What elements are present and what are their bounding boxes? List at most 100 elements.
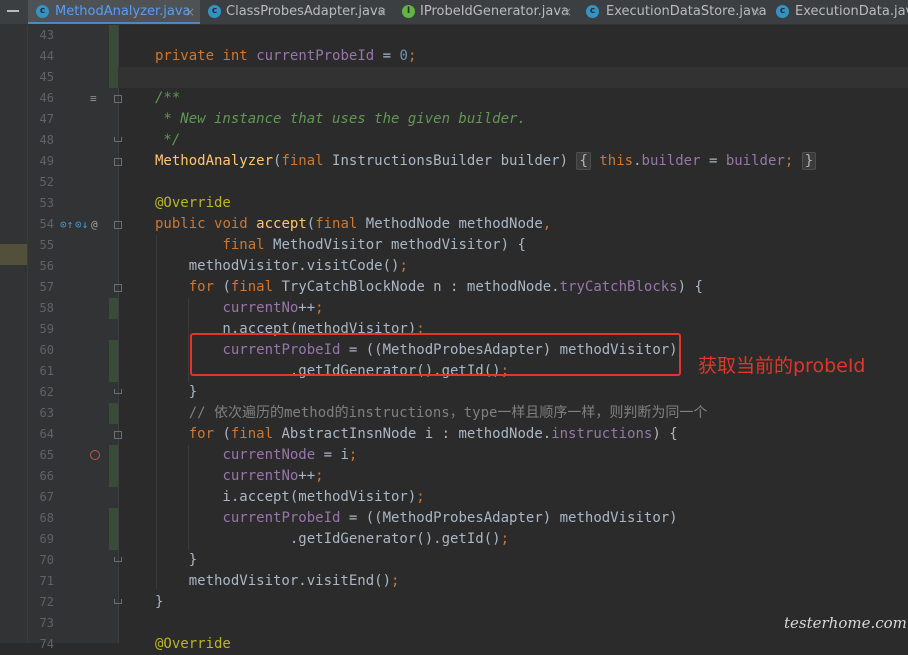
code-text: } <box>155 594 164 610</box>
code-line[interactable]: 54 public void accept(final MethodNode me… <box>0 214 908 235</box>
code-line[interactable]: 63 // 依次遍历的method的instructions，type一样且顺序… <box>0 403 908 424</box>
line-number: 49 <box>39 154 54 168</box>
close-icon[interactable]: × <box>185 0 195 24</box>
code-line[interactable]: 71 methodVisitor.visitEnd(); <box>0 571 908 592</box>
tab-method-analyzer[interactable]: c MethodAnalyzer.java × <box>28 0 200 24</box>
code-line[interactable]: 72} <box>0 592 908 613</box>
code-text: } <box>155 384 198 400</box>
line-number: 55 <box>39 238 54 252</box>
line-number: 73 <box>39 616 54 630</box>
line-number: 54 <box>39 217 54 231</box>
line-number: 46 <box>39 91 54 105</box>
line-number: 66 <box>39 469 54 483</box>
tab-label: MethodAnalyzer.java <box>55 4 191 19</box>
line-number: 72 <box>39 595 54 609</box>
watermark: testerhome.com <box>784 614 907 632</box>
code-line[interactable]: 43 <box>0 25 908 46</box>
code-line[interactable]: 74 @Override <box>0 634 908 655</box>
code-text: @Override <box>155 636 231 652</box>
class-c-icon: c <box>776 5 789 18</box>
line-number: 53 <box>39 196 54 210</box>
code-line[interactable]: 55 final MethodVisitor methodVisitor) { <box>0 235 908 256</box>
code-text: for (final AbstractInsnNode i : methodNo… <box>188 426 678 442</box>
code-text: currentNode = i; <box>222 447 358 463</box>
line-number: 52 <box>39 175 54 189</box>
line-number: 45 <box>39 70 54 84</box>
tab-label: IProbeIdGenerator.java <box>420 4 569 19</box>
close-icon[interactable]: × <box>751 0 761 24</box>
line-number: 60 <box>39 343 54 357</box>
code-line[interactable]: 69 .getIdGenerator().getId(); <box>0 529 908 550</box>
interface-i-icon: I <box>402 5 415 18</box>
code-text: final MethodVisitor methodVisitor) { <box>222 237 526 253</box>
line-number: 70 <box>39 553 54 567</box>
code-line[interactable]: 66 currentNo++; <box>0 466 908 487</box>
class-c-icon: c <box>586 5 599 18</box>
editor-menu-icon[interactable] <box>0 0 26 24</box>
code-text: // 依次遍历的method的instructions，type一样且顺序一样，… <box>155 405 708 421</box>
line-number: 48 <box>39 133 54 147</box>
close-icon[interactable]: × <box>377 0 387 24</box>
code-line[interactable]: 70 } <box>0 550 908 571</box>
line-number: 68 <box>39 511 54 525</box>
code-line[interactable]: 58 currentNo++; <box>0 298 908 319</box>
code-line[interactable]: 62 } <box>0 382 908 403</box>
code-text: public void accept(final MethodNode meth… <box>155 216 552 232</box>
line-number: 63 <box>39 406 54 420</box>
code-text: @Override <box>155 195 231 211</box>
code-line[interactable]: 73 <box>0 613 908 634</box>
tab-execution-data[interactable]: c ExecutionData.java <box>768 0 908 24</box>
class-c-icon: c <box>36 5 49 18</box>
line-number: 74 <box>39 637 54 651</box>
code-text: currentNo++; <box>222 468 324 484</box>
code-text: i.accept(methodVisitor); <box>155 489 425 505</box>
tab-label: ClassProbesAdapter.java <box>226 4 386 19</box>
code-text: /** <box>155 90 181 106</box>
line-number: 59 <box>39 322 54 336</box>
code-text: methodVisitor.visitEnd(); <box>155 573 400 589</box>
code-text: * New instance that uses the given build… <box>155 111 526 127</box>
line-number: 69 <box>39 532 54 546</box>
code-line[interactable]: 67 i.accept(methodVisitor); <box>0 487 908 508</box>
code-line[interactable]: 68 currentProbeId = ((MethodProbesAdapte… <box>0 508 908 529</box>
code-line[interactable]: 64 for (final AbstractInsnNode i : metho… <box>0 424 908 445</box>
line-number: 57 <box>39 280 54 294</box>
code-text: MethodAnalyzer(final InstructionsBuilder… <box>155 151 817 172</box>
tab-execution-data-store[interactable]: c ExecutionDataStore.java × <box>578 0 768 24</box>
code-line[interactable]: 45 <box>0 67 908 88</box>
code-line[interactable]: 44 private int currentProbeId = 0; <box>0 46 908 67</box>
code-line[interactable]: 56 methodVisitor.visitCode(); <box>0 256 908 277</box>
code-line[interactable]: 49 MethodAnalyzer(final InstructionsBuild… <box>0 151 908 172</box>
annotation-label: 获取当前的probeId <box>698 355 866 377</box>
code-text: private int currentProbeId = 0; <box>155 48 417 64</box>
line-number: 56 <box>39 259 54 273</box>
code-text: .getIdGenerator().getId(); <box>155 531 510 547</box>
code-text: */ <box>155 132 181 148</box>
line-number: 47 <box>39 112 54 126</box>
tab-class-probes-adapter[interactable]: c ClassProbesAdapter.java × <box>200 0 394 24</box>
code-text: methodVisitor.visitCode(); <box>155 258 408 274</box>
line-number: 71 <box>39 574 54 588</box>
tab-iprobe-id-generator[interactable]: I IProbeIdGenerator.java × <box>394 0 578 24</box>
code-line[interactable]: 57 for (final TryCatchBlockNode n : meth… <box>0 277 908 298</box>
line-number: 62 <box>39 385 54 399</box>
editor-tab-bar: c MethodAnalyzer.java × c ClassProbesAda… <box>0 0 908 25</box>
code-line[interactable]: 53 @Override <box>0 193 908 214</box>
code-text: currentProbeId = ((MethodProbesAdapter) … <box>222 510 678 526</box>
highlight-box <box>190 333 681 376</box>
close-icon[interactable]: × <box>562 0 572 24</box>
class-c-icon: c <box>208 5 221 18</box>
line-number: 58 <box>39 301 54 315</box>
code-line[interactable]: 52 <box>0 172 908 193</box>
line-number: 61 <box>39 364 54 378</box>
code-text: for (final TryCatchBlockNode n : methodN… <box>188 279 703 295</box>
tab-label: ExecutionDataStore.java <box>606 4 767 19</box>
code-line[interactable]: 65 currentNode = i; <box>0 445 908 466</box>
line-number: 65 <box>39 448 54 462</box>
tab-label: ExecutionData.java <box>795 4 908 19</box>
code-line[interactable]: 48 */ <box>0 130 908 151</box>
code-line[interactable]: 46 /** <box>0 88 908 109</box>
line-number: 43 <box>39 28 54 42</box>
line-number: 44 <box>39 49 54 63</box>
code-line[interactable]: 47 * New instance that uses the given bu… <box>0 109 908 130</box>
